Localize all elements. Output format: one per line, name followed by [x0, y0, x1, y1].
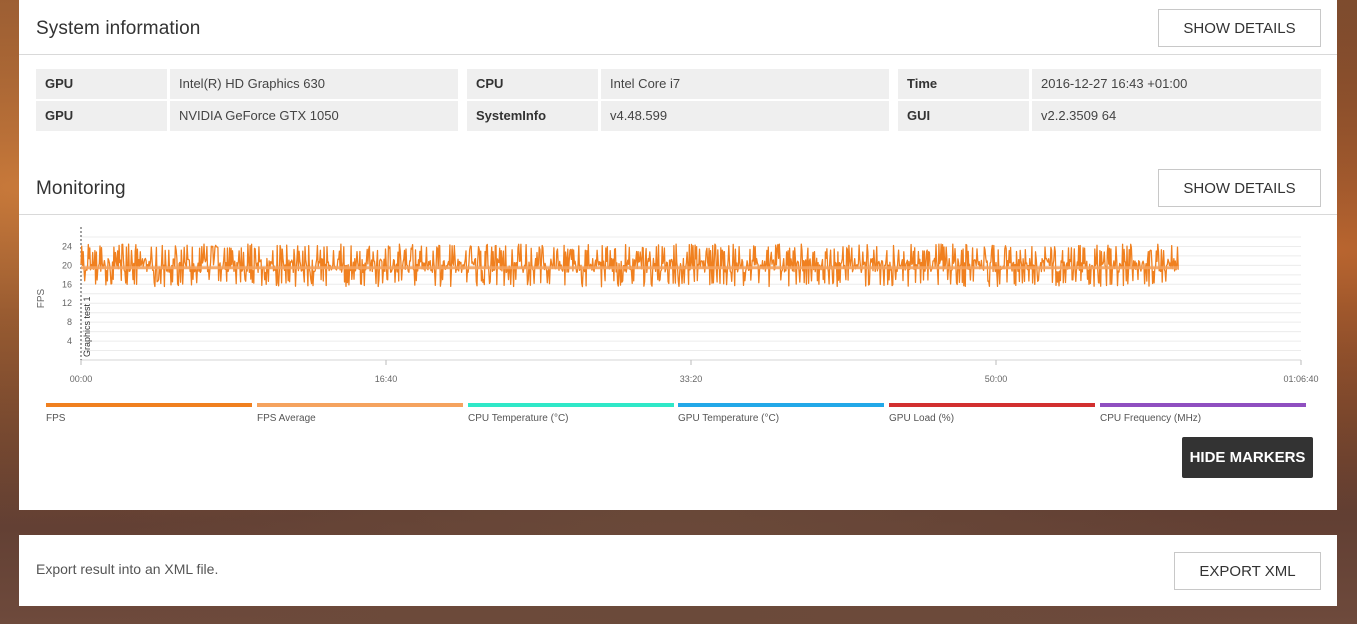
legend-label: CPU Temperature (°C) — [468, 413, 569, 424]
info-value: Intel(R) HD Graphics 630 — [170, 69, 458, 99]
y-tick-label: 8 — [67, 317, 72, 327]
chart-legend: FPS FPS Average CPU Temperature (°C) GPU… — [46, 403, 1311, 425]
info-key: CPU — [467, 69, 598, 99]
legend-item-fps[interactable]: FPS — [46, 403, 252, 424]
x-tick-label: 33:20 — [680, 374, 703, 384]
x-tick-label: 16:40 — [375, 374, 398, 384]
monitoring-show-details-button[interactable]: SHOW DETAILS — [1158, 169, 1321, 207]
system-info-show-details-button[interactable]: SHOW DETAILS — [1158, 9, 1321, 47]
legend-label: GPU Load (%) — [889, 413, 955, 424]
legend-swatch — [889, 403, 1095, 407]
legend-label: FPS Average — [257, 413, 316, 424]
info-key: Time — [898, 69, 1029, 99]
export-card: Export result into an XML file. EXPORT X… — [19, 535, 1337, 606]
system-info-row: GPU NVIDIA GeForce GTX 1050 SystemInfo v… — [36, 101, 1321, 131]
export-description: Export result into an XML file. — [36, 561, 219, 577]
legend-item-cpu-temperature[interactable]: CPU Temperature (°C) — [468, 403, 674, 424]
legend-label: FPS — [46, 413, 66, 424]
y-tick-label: 20 — [62, 260, 72, 270]
legend-item-fps-average[interactable]: FPS Average — [257, 403, 463, 424]
monitoring-title: Monitoring — [36, 178, 126, 199]
info-value: NVIDIA GeForce GTX 1050 — [170, 101, 458, 131]
legend-label: GPU Temperature (°C) — [678, 413, 780, 424]
info-value: 2016-12-27 16:43 +01:00 — [1032, 69, 1321, 99]
info-key: GPU — [36, 101, 167, 131]
legend-swatch — [1100, 403, 1306, 407]
legend-item-cpu-frequency[interactable]: CPU Frequency (MHz) — [1100, 403, 1306, 424]
info-value: Intel Core i7 — [601, 69, 889, 99]
x-tick-label: 50:00 — [985, 374, 1008, 384]
legend-label: CPU Frequency (MHz) — [1100, 413, 1202, 424]
legend-swatch — [46, 403, 252, 407]
marker-label: Graphics test 1 — [82, 296, 92, 357]
y-axis-label: FPS — [36, 288, 47, 308]
x-tick-label: 00:00 — [70, 374, 93, 384]
info-value: v4.48.599 — [601, 101, 889, 131]
fps-chart: 4 8 12 16 20 24 00:00 16:40 33:20 50:00 01:06:40 FP… — [19, 215, 1337, 395]
info-value: v2.2.3509 64 — [1032, 101, 1321, 131]
system-info-divider — [19, 54, 1337, 55]
y-tick-label: 4 — [67, 336, 72, 346]
info-key: GUI — [898, 101, 1029, 131]
system-info-title: System information — [36, 18, 201, 39]
legend-swatch — [468, 403, 674, 407]
legend-item-gpu-load[interactable]: GPU Load (%) — [889, 403, 1095, 424]
legend-swatch — [678, 403, 884, 407]
fps-chart-svg: 4 8 12 16 20 24 00:00 16:40 33:20 50:00 01:06:40 FP… — [36, 227, 1319, 384]
export-xml-button[interactable]: EXPORT XML — [1174, 552, 1321, 590]
hide-markers-button[interactable]: HIDE MARKERS — [1182, 437, 1313, 478]
y-tick-label: 16 — [62, 279, 72, 289]
y-tick-label: 12 — [62, 298, 72, 308]
legend-swatch — [257, 403, 463, 407]
legend-item-gpu-temperature[interactable]: GPU Temperature (°C) — [678, 403, 884, 424]
x-tick-label: 01:06:40 — [1283, 374, 1318, 384]
info-key: SystemInfo — [467, 101, 598, 131]
y-tick-label: 24 — [62, 241, 72, 251]
info-key: GPU — [36, 69, 167, 99]
results-card: System information SHOW DETAILS GPU Inte… — [19, 0, 1337, 510]
system-info-row: GPU Intel(R) HD Graphics 630 CPU Intel C… — [36, 69, 1321, 99]
